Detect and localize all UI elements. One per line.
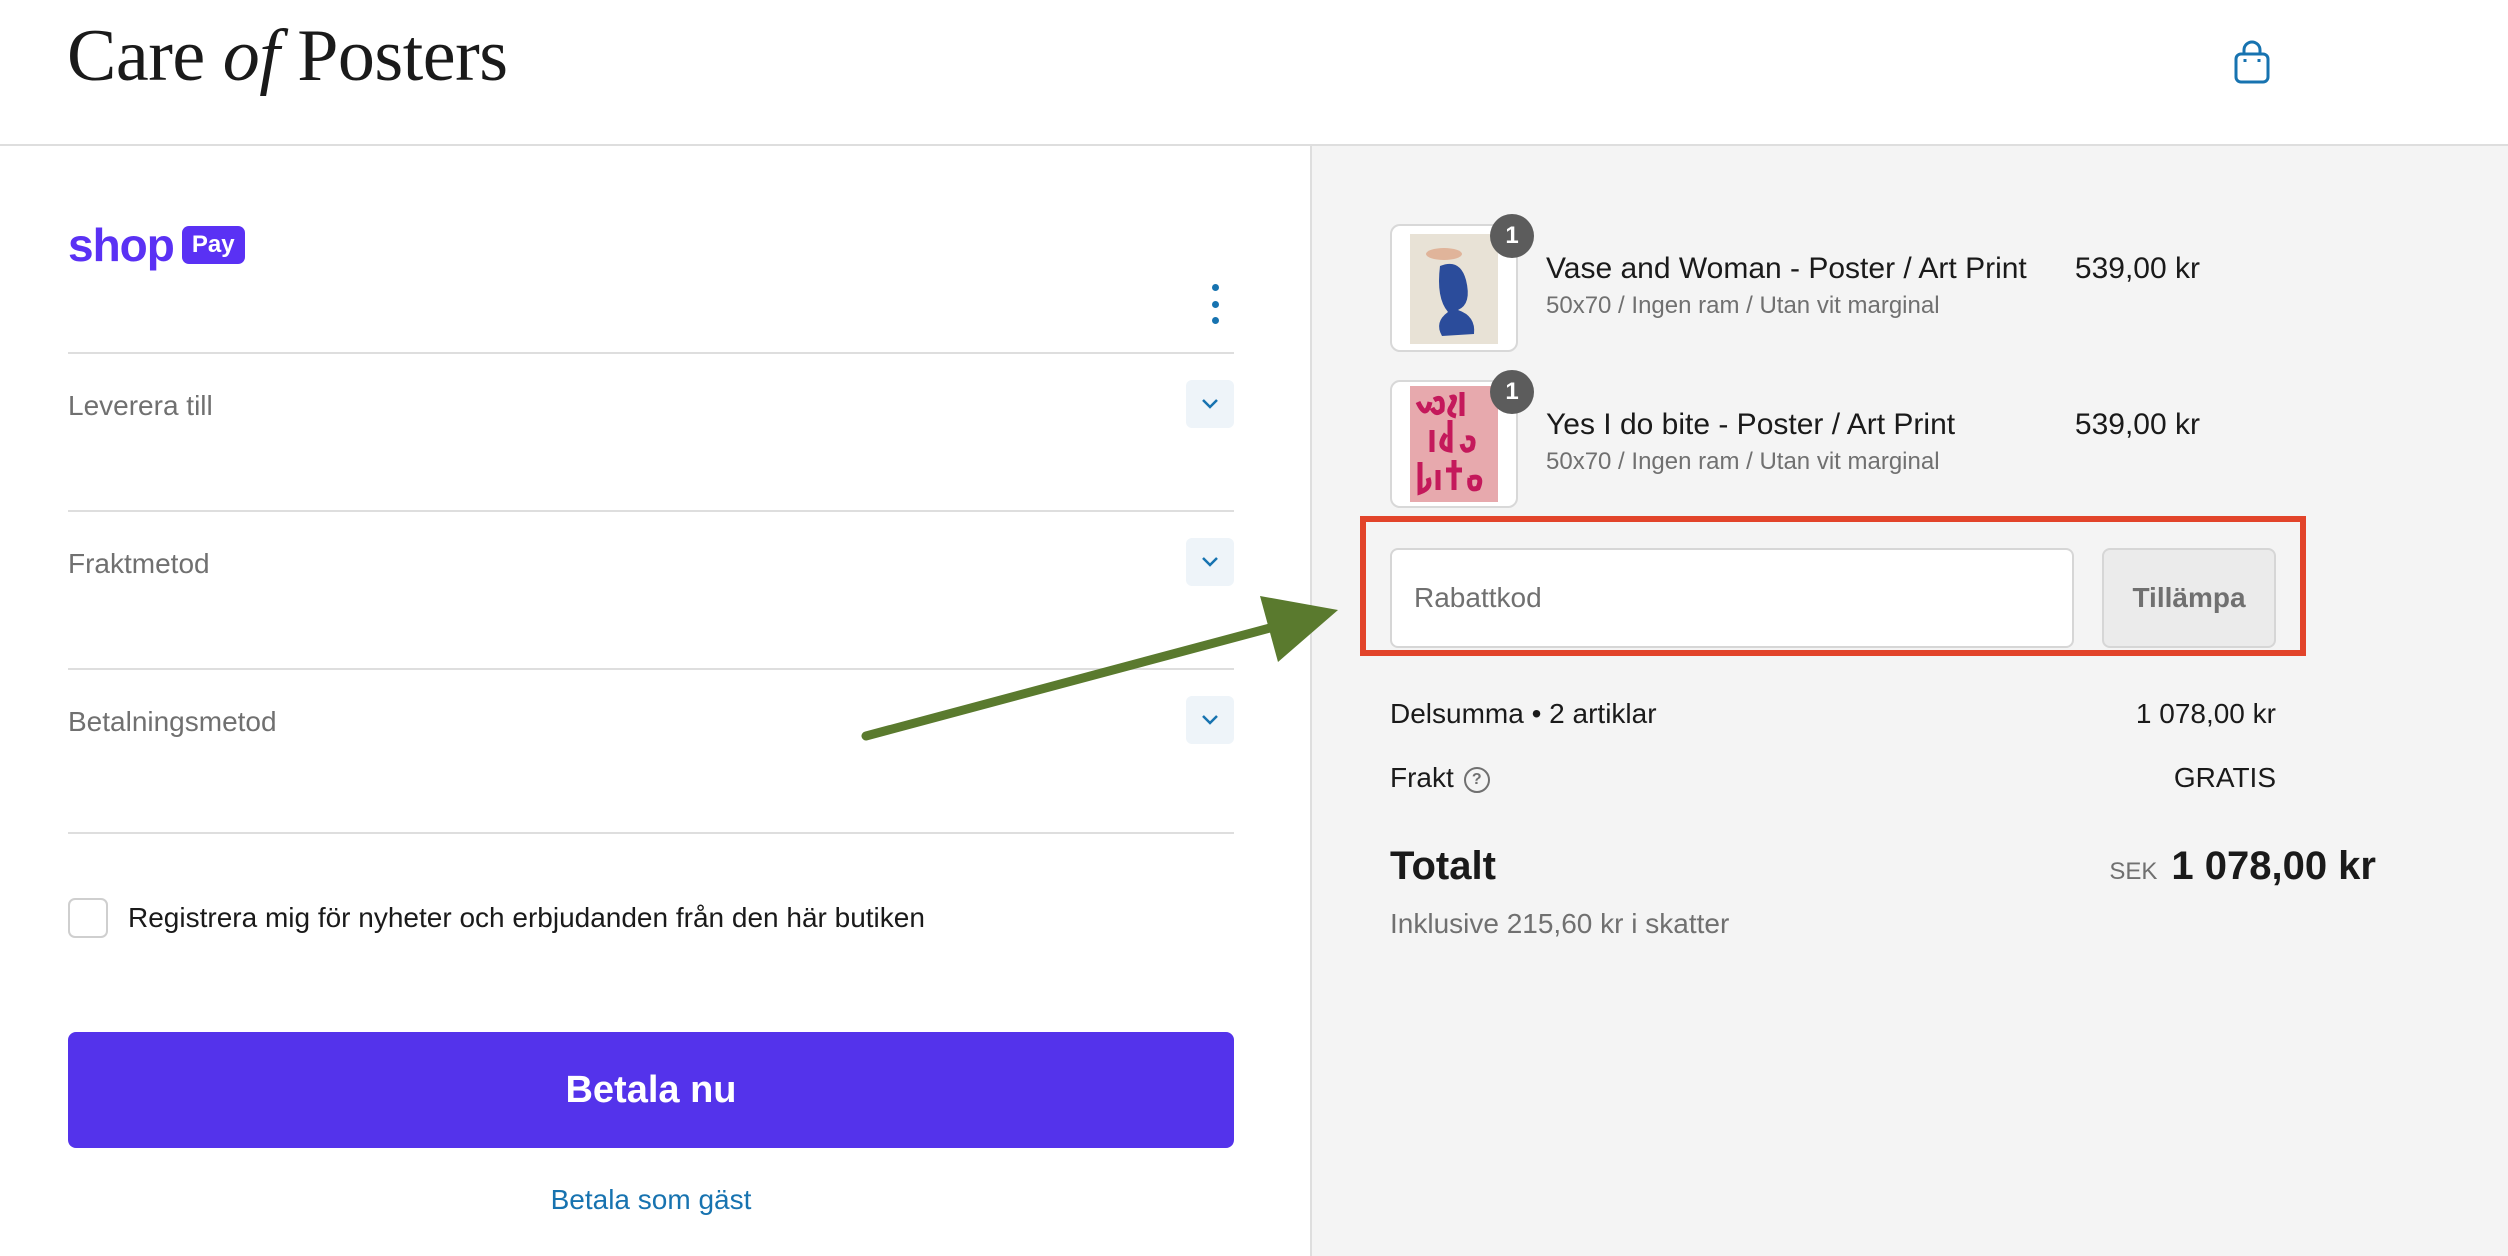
subtotal-row: Delsumma • 2 artiklar 1 078,00 kr <box>1390 698 2276 730</box>
apply-discount-button[interactable]: Tillämpa <box>2102 548 2276 648</box>
section-ship-to[interactable]: Leverera till <box>68 352 1234 510</box>
shipping-value: GRATIS <box>2173 762 2276 793</box>
newsletter-label: Registrera mig för nyheter och erbjudand… <box>128 902 925 933</box>
divider <box>68 832 1234 834</box>
shop-pay-logo[interactable]: shop Pay <box>68 218 245 272</box>
order-summary: 1 Vase and Woman - Poster / Art Print 50… <box>1310 146 2508 1256</box>
subtotal-value: 1 078,00 kr <box>2135 698 2276 729</box>
newsletter-checkbox[interactable] <box>68 898 108 938</box>
newsletter-optin[interactable]: Registrera mig för nyheter och erbjudand… <box>68 898 925 938</box>
tax-note: Inklusive 215,60 kr i skatter <box>1390 908 1730 939</box>
product-thumbnail: 1 <box>1390 370 1534 508</box>
help-icon[interactable]: ? <box>1463 766 1490 793</box>
product-price: 539,00 kr <box>2074 408 2200 441</box>
pay-now-button[interactable]: Betala nu <box>68 1032 1234 1148</box>
shipping-label: Frakt <box>1390 762 1454 793</box>
quantity-badge: 1 <box>1490 370 1534 414</box>
currency-code: SEK <box>2109 858 2158 885</box>
chevron-down-icon[interactable] <box>1186 538 1234 586</box>
shopping-bag-icon[interactable] <box>2232 40 2272 86</box>
annotation-arrow-icon <box>861 596 1338 741</box>
product-variant: 50x70 / Ingen ram / Utan vit marginal <box>1546 292 1940 319</box>
total-label: Totalt <box>1390 844 1496 888</box>
discount-code-input[interactable] <box>1390 548 2074 648</box>
product-price: 539,00 kr <box>2074 252 2200 285</box>
more-options-icon[interactable] <box>1205 284 1225 324</box>
section-label: Leverera till <box>68 390 213 421</box>
product-thumbnail: 1 <box>1390 214 1534 352</box>
product-name: Vase and Woman - Poster / Art Print <box>1546 252 2027 285</box>
shipping-row: Frakt? GRATIS <box>1390 762 2276 794</box>
quantity-badge: 1 <box>1490 214 1534 258</box>
line-item: 1 Vase and Woman - Poster / Art Print 50… <box>1390 214 2200 352</box>
subtotal-label: Delsumma • 2 artiklar <box>1390 698 1657 729</box>
section-label: Fraktmetod <box>68 548 210 579</box>
guest-checkout-link[interactable]: Betala som gäst <box>68 1184 1234 1216</box>
total-value: 1 078,00 kr <box>2171 844 2376 888</box>
store-logo[interactable]: Care of Posters <box>67 14 508 99</box>
product-name: Yes I do bite - Poster / Art Print <box>1546 408 1956 441</box>
chevron-down-icon[interactable] <box>1186 380 1234 428</box>
site-header: Care of Posters <box>0 0 2508 146</box>
section-label: Betalningsmetod <box>68 706 277 737</box>
line-item: 1 Yes I do bite - Poster / Art Print 50x… <box>1390 370 2200 508</box>
product-variant: 50x70 / Ingen ram / Utan vit marginal <box>1546 448 1940 475</box>
total-amount: SEK 1 078,00 kr <box>2109 844 2376 889</box>
